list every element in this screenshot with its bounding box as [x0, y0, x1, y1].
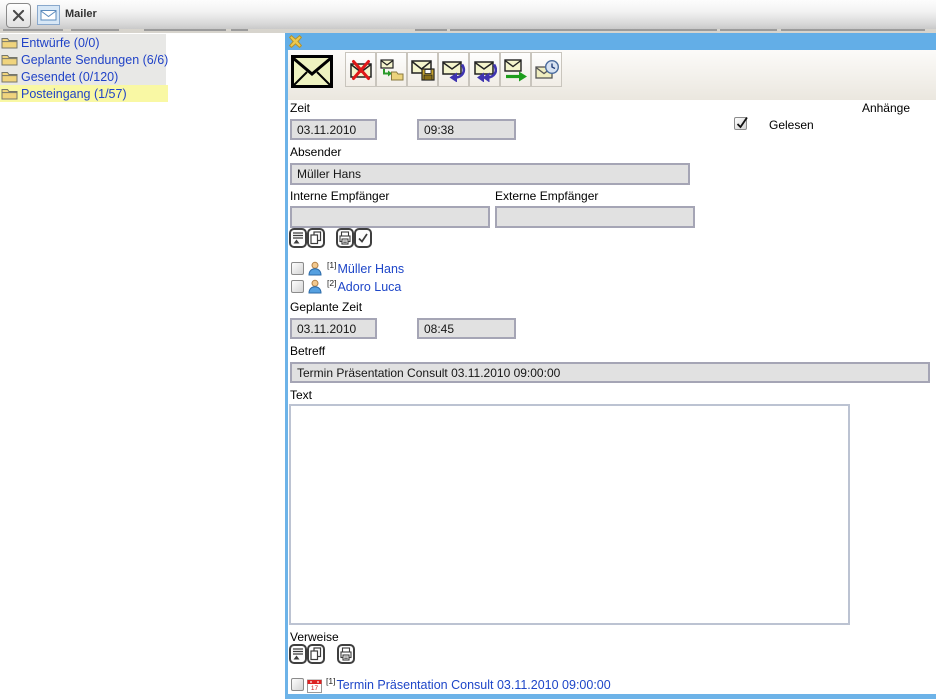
reference-copy-button[interactable] [307, 644, 325, 664]
forward-button[interactable] [500, 52, 531, 87]
window-title: Mailer [65, 8, 97, 20]
recipient-row: [1] Müller Hans [291, 260, 404, 277]
externe-empfaenger-field[interactable] [495, 206, 695, 228]
folder-label: Posteingang (1/57) [21, 87, 127, 101]
copy-icon [310, 231, 322, 245]
reply-icon [442, 58, 466, 82]
person-icon [307, 261, 323, 276]
folder-item-gesendet[interactable]: Gesendet (0/120) [0, 68, 118, 85]
save-mail-icon [411, 58, 435, 82]
tab-edge [3, 29, 63, 31]
recipient-print-button[interactable] [336, 228, 354, 248]
folder-item-entwuerfe[interactable]: Entwürfe (0/0) [0, 34, 100, 51]
delete-mail-button[interactable] [345, 52, 376, 87]
folder-icon [1, 36, 18, 49]
tab-edge [450, 29, 717, 31]
folder-item-posteingang[interactable]: Posteingang (1/57) [0, 85, 127, 102]
reference-index: [1] [326, 676, 335, 686]
checkmark-icon [734, 115, 750, 130]
recipient-checkbox[interactable] [291, 262, 304, 275]
text-label: Text [290, 388, 312, 402]
panel-close-icon[interactable] [289, 35, 302, 48]
externe-empfaenger-label: Externe Empfänger [495, 189, 598, 203]
select-from-list-icon [292, 231, 304, 245]
interne-empfaenger-label: Interne Empfänger [290, 189, 389, 203]
reference-select-from-list-button[interactable] [289, 644, 307, 664]
recipient-copy-button[interactable] [307, 228, 325, 248]
absender-field[interactable] [290, 163, 690, 185]
betreff-label: Betreff [290, 344, 325, 358]
text-area[interactable] [289, 404, 850, 625]
mail-message-icon [291, 55, 333, 88]
schedule-send-button[interactable] [531, 52, 562, 87]
reference-link[interactable]: Termin Präsentation Consult 03.11.2010 0… [336, 678, 610, 692]
recipient-check-button[interactable] [354, 228, 372, 248]
toolbar-button-row [345, 52, 562, 87]
mailer-envelope-icon [37, 5, 60, 25]
save-mail-button[interactable] [407, 52, 438, 87]
mail-panel-border-left [285, 50, 288, 699]
window-titlebar: Mailer [0, 0, 936, 29]
tab-edge [71, 29, 119, 31]
select-from-list-icon [292, 647, 304, 661]
reference-print-button[interactable] [337, 644, 355, 664]
geplante-date-field[interactable] [290, 318, 377, 339]
check-icon [357, 231, 369, 245]
recipient-select-from-list-button[interactable] [289, 228, 307, 248]
recipient-index: [2] [327, 278, 336, 288]
recipient-link[interactable]: Adoro Luca [337, 280, 401, 294]
move-to-folder-icon [380, 58, 404, 82]
geplante-zeit-label: Geplante Zeit [290, 300, 362, 314]
zeit-label: Zeit [290, 101, 310, 115]
absender-label: Absender [290, 145, 341, 159]
folder-label: Gesendet (0/120) [21, 70, 118, 84]
recipient-row: [2] Adoro Luca [291, 278, 401, 295]
tab-edge [144, 29, 226, 31]
reference-checkbox[interactable] [291, 678, 304, 691]
betreff-field[interactable] [290, 362, 930, 383]
recipient-index: [1] [327, 260, 336, 270]
move-to-folder-button[interactable] [376, 52, 407, 87]
folder-icon [1, 70, 18, 83]
print-icon [340, 647, 352, 661]
reply-button[interactable] [438, 52, 469, 87]
mail-panel-border-bottom [285, 694, 936, 699]
person-icon [307, 279, 323, 294]
verweise-label: Verweise [290, 630, 339, 644]
reply-all-icon [473, 58, 497, 82]
reply-all-button[interactable] [469, 52, 500, 87]
window-close-button[interactable] [6, 3, 31, 28]
folder-icon [1, 87, 18, 100]
tab-edge [415, 29, 447, 31]
gelesen-checkbox[interactable] [734, 117, 747, 130]
mail-panel-titlebar [285, 33, 936, 50]
recipient-link[interactable]: Müller Hans [337, 262, 404, 276]
screen: Mailer Entwürfe (0/0) Geplante Sendunge [0, 0, 936, 700]
calendar-icon: 17 [307, 677, 322, 693]
tab-edge [781, 29, 925, 31]
recipient-checkbox[interactable] [291, 280, 304, 293]
delete-mail-icon [349, 58, 373, 82]
folder-label: Entwürfe (0/0) [21, 36, 100, 50]
folder-item-geplante-sendungen[interactable]: Geplante Sendungen (6/6) [0, 51, 168, 68]
gelesen-label: Gelesen [769, 118, 814, 132]
zeit-time-field[interactable] [417, 119, 516, 140]
close-icon [7, 3, 30, 28]
interne-empfaenger-field[interactable] [290, 206, 490, 228]
reference-row: 17 [1] Termin Präsentation Consult 03.11… [291, 676, 611, 693]
forward-icon [504, 58, 528, 82]
schedule-send-icon [535, 58, 559, 82]
print-icon [339, 231, 351, 245]
folder-label: Geplante Sendungen (6/6) [21, 53, 168, 67]
tab-edge [231, 29, 248, 31]
tab-edge [720, 29, 777, 31]
folder-icon [1, 53, 18, 66]
zeit-date-field[interactable] [290, 119, 377, 140]
mail-toolbar [288, 50, 936, 100]
svg-text:17: 17 [311, 685, 319, 692]
anhaenge-label: Anhänge [840, 101, 910, 115]
geplante-time-field[interactable] [417, 318, 516, 339]
copy-icon [310, 647, 322, 661]
